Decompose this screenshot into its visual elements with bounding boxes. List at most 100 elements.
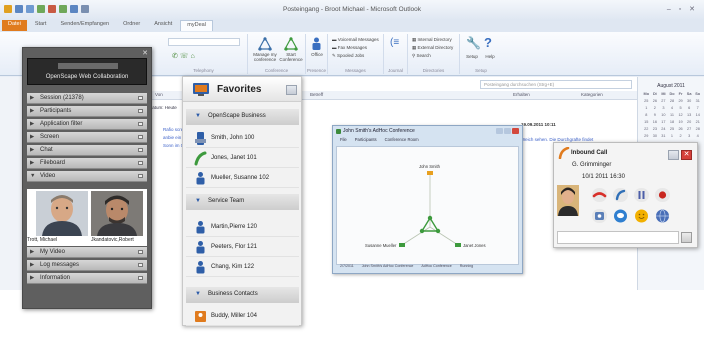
calendar-day[interactable]: 23 [651, 127, 660, 133]
call-notes-input[interactable] [557, 231, 679, 244]
favorite-contact[interactable]: Mueller, Susanne 102 [186, 169, 299, 188]
spooled-jobs-button[interactable]: ✎ Spooled Jobs [332, 53, 384, 58]
calendar-day[interactable]: 27 [685, 127, 694, 133]
favorites-group-openscape-business[interactable]: ▼ OpenScape Business [186, 109, 299, 125]
internal-directory-button[interactable]: ▦ Internal Directory [412, 37, 460, 42]
phone-tools-icon[interactable]: ✆ ☏ ⌂ [172, 52, 195, 60]
section-popout-icon[interactable] [138, 122, 143, 126]
section-popout-icon[interactable] [138, 161, 143, 165]
external-directory-button[interactable]: ▦ External Directory [412, 45, 460, 50]
voicemail-button[interactable]: ▬ Voicemail Messages [332, 37, 384, 42]
calendar-day[interactable]: 12 [676, 113, 685, 119]
dial-input[interactable] [168, 38, 240, 46]
section-popout-icon[interactable] [138, 276, 143, 280]
video-tile[interactable] [36, 191, 88, 236]
menu-file[interactable]: File [340, 137, 347, 145]
section-popout-icon[interactable] [138, 263, 143, 267]
calendar-day[interactable]: 3 [685, 134, 694, 140]
help-button[interactable]: Help [481, 54, 499, 59]
calendar-day[interactable]: 25 [668, 127, 677, 133]
favorite-contact[interactable]: Peeters, Flor 121 [186, 238, 299, 257]
favorite-contact[interactable]: Smith, John 100 [186, 129, 299, 148]
calendar-day[interactable]: 28 [693, 127, 702, 133]
section-screen[interactable]: ▶ Screen [27, 132, 147, 143]
journal-icon[interactable]: (≡ [390, 37, 399, 48]
presence-button[interactable] [634, 209, 649, 223]
calendar-day[interactable]: 4 [668, 106, 677, 112]
section-fileboard[interactable]: ▶ Fileboard [27, 158, 147, 169]
calendar-day[interactable]: 1 [668, 134, 677, 140]
calendar-day[interactable]: 30 [685, 99, 694, 105]
participant-node-label[interactable]: Susanne Mueller [365, 243, 396, 248]
favorite-contact[interactable]: Martin,Pierre 120 [186, 218, 299, 237]
calendar-day[interactable]: 2 [651, 106, 660, 112]
start-conference-button[interactable]: Start Conference [278, 52, 304, 62]
favorite-contact[interactable]: Jones, Janet 101 [186, 149, 299, 168]
tab-mydeal[interactable]: myDeal [180, 20, 213, 31]
calendar-day[interactable]: 29 [676, 99, 685, 105]
calendar-day[interactable]: 26 [676, 127, 685, 133]
participant-node-label[interactable]: Janet Jones [463, 243, 486, 248]
calendar-day[interactable]: 15 [642, 120, 651, 126]
calendar-day[interactable]: 24 [659, 127, 668, 133]
close-button[interactable]: ✕ [681, 150, 692, 160]
column-categories[interactable]: Kategorien [581, 92, 603, 97]
calendar-day[interactable]: 11 [668, 113, 677, 119]
favorites-group-business-contacts[interactable]: ▼ Business Contacts [186, 287, 299, 303]
section-information[interactable]: ▶ Information [27, 273, 147, 284]
window-controls[interactable]: – ▫ ✕ [667, 5, 698, 13]
setup-button[interactable]: Setup [463, 54, 481, 59]
calendar-day[interactable]: 1 [642, 106, 651, 112]
directory-search-button[interactable]: ⚲ Search [412, 53, 460, 58]
calendar-day[interactable]: 31 [693, 99, 702, 105]
web-collaboration-button[interactable] [655, 209, 670, 223]
section-popout-icon[interactable] [138, 96, 143, 100]
calendar-day[interactable]: 4 [693, 134, 702, 140]
office-presence-icon[interactable] [311, 37, 322, 51]
menu-conference-room[interactable]: Conference Room [385, 137, 419, 145]
hold-button[interactable] [634, 188, 649, 202]
calendar-day[interactable]: 6 [685, 106, 694, 112]
section-my-video[interactable]: ▶ My Video [27, 247, 147, 258]
minimize-icon[interactable] [496, 128, 503, 134]
calendar-day[interactable]: 5 [676, 106, 685, 112]
tab-view[interactable]: Ansicht [148, 20, 178, 31]
minimize-button[interactable] [668, 150, 679, 160]
calendar-day[interactable]: 25 [642, 99, 651, 105]
chat-button[interactable] [613, 209, 628, 223]
menu-participants[interactable]: Participants [355, 137, 377, 145]
transfer-button[interactable] [613, 188, 628, 202]
calendar-day[interactable]: 13 [685, 113, 694, 119]
tab-send-receive[interactable]: Senden/Empfangen [54, 20, 115, 31]
hangup-button[interactable] [592, 188, 607, 202]
calendar-day[interactable]: 27 [659, 99, 668, 105]
tab-start[interactable]: Start [29, 20, 53, 31]
section-session[interactable]: ▶ Session (21378) [27, 93, 147, 104]
section-popout-icon[interactable] [138, 148, 143, 152]
calendar-grid[interactable]: Mo Di Mi Do Fr Sa So 25 26 27 28 29 30 31 1 2 3 4 5 6 7 8 9 10 1… [642, 92, 702, 140]
office-button[interactable]: Office [306, 52, 328, 57]
calendar-day[interactable]: 22 [642, 127, 651, 133]
section-participants[interactable]: ▶ Participants [27, 106, 147, 117]
calendar-day[interactable]: 26 [651, 99, 660, 105]
calendar-day[interactable]: 14 [693, 113, 702, 119]
dialpad-button[interactable] [681, 232, 692, 243]
column-from[interactable]: Von [155, 92, 163, 97]
calendar-day[interactable]: 3 [659, 106, 668, 112]
calendar-day[interactable]: 17 [659, 120, 668, 126]
calendar-day[interactable]: 9 [651, 113, 660, 119]
calendar-day[interactable]: 2 [676, 134, 685, 140]
start-conference-icon[interactable] [284, 37, 298, 51]
column-received[interactable]: Erhalten [513, 92, 530, 97]
minimize-button[interactable] [286, 85, 297, 95]
manage-conference-button[interactable]: Manage my conference [250, 52, 280, 62]
calendar-day[interactable]: 18 [668, 120, 677, 126]
participant-node-label[interactable]: John Smith [419, 164, 440, 169]
favorites-group-service-team[interactable]: ▼ Service Team [186, 194, 299, 210]
maximize-icon[interactable] [504, 128, 511, 134]
calendar-day[interactable]: 30 [651, 134, 660, 140]
section-video[interactable]: ▼ Video [27, 171, 147, 182]
tab-folder[interactable]: Ordner [117, 20, 146, 31]
manage-conference-icon[interactable] [258, 37, 272, 51]
calendar-day[interactable]: 7 [693, 106, 702, 112]
